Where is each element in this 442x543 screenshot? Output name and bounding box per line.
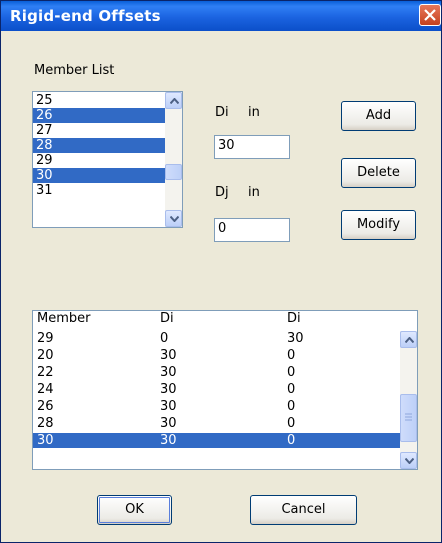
cell-member: 26 <box>37 399 54 414</box>
cell-dj: 0 <box>287 416 296 431</box>
cell-di: 30 <box>160 382 177 397</box>
table-scroll-down[interactable] <box>400 452 417 469</box>
cell-dj: 0 <box>287 365 296 380</box>
list-item[interactable]: 31 <box>33 183 166 198</box>
header-dj: Di <box>287 311 301 326</box>
table-scrollbar[interactable] <box>400 331 417 469</box>
cell-di: 30 <box>160 433 177 448</box>
table-row[interactable]: 24 30 0 <box>33 382 401 397</box>
list-item[interactable]: 26 <box>33 108 166 123</box>
dj-input[interactable]: 0 <box>214 218 290 242</box>
table-scroll-up[interactable] <box>400 331 417 348</box>
ok-button[interactable]: OK <box>97 495 172 525</box>
offsets-table[interactable]: Member Di Di 29 0 30 20 30 0 22 30 0 24 30 0 26 30 0 28… <box>32 310 418 470</box>
member-list-scroll-up[interactable] <box>165 92 182 109</box>
delete-button[interactable]: Delete <box>341 158 416 188</box>
di-label: Di <box>215 105 229 120</box>
add-button[interactable]: Add <box>341 101 416 131</box>
list-item[interactable]: 30 <box>33 168 166 183</box>
table-scroll-thumb[interactable] <box>400 394 417 442</box>
cell-dj: 0 <box>287 433 296 448</box>
header-di: Di <box>160 311 174 326</box>
arrow-down-icon <box>170 216 179 222</box>
member-list-items: 25 26 27 28 29 30 31 <box>33 92 166 198</box>
table-row[interactable]: 29 0 30 <box>33 331 401 346</box>
table-row[interactable]: 30 30 0 <box>33 433 401 448</box>
cancel-button[interactable]: Cancel <box>250 495 357 525</box>
member-list-scroll-thumb[interactable] <box>165 164 182 180</box>
table-row[interactable]: 28 30 0 <box>33 416 401 431</box>
cell-member: 22 <box>37 365 54 380</box>
list-item[interactable]: 29 <box>33 153 166 168</box>
arrow-up-icon <box>170 98 179 104</box>
close-button[interactable] <box>419 4 441 26</box>
list-item[interactable]: 25 <box>33 93 166 108</box>
close-icon <box>424 9 436 21</box>
cell-member: 30 <box>37 433 54 448</box>
list-item[interactable]: 27 <box>33 123 166 138</box>
table-row[interactable]: 22 30 0 <box>33 365 401 380</box>
list-item[interactable]: 28 <box>33 138 166 153</box>
member-list[interactable]: 25 26 27 28 29 30 31 <box>32 91 183 228</box>
cell-di: 0 <box>160 331 169 346</box>
member-list-scrollbar[interactable] <box>165 92 182 227</box>
cell-member: 24 <box>37 382 54 397</box>
cell-dj: 30 <box>287 331 304 346</box>
cell-member: 20 <box>37 348 54 363</box>
header-member: Member <box>37 311 91 326</box>
table-header: Member Di Di <box>33 311 417 326</box>
member-list-scroll-down[interactable] <box>165 210 182 227</box>
title-bar[interactable]: Rigid-end Offsets <box>1 1 441 31</box>
arrow-up-icon <box>405 337 414 343</box>
cell-dj: 0 <box>287 399 296 414</box>
table-row[interactable]: 26 30 0 <box>33 399 401 414</box>
di-unit: in <box>248 105 260 120</box>
cell-di: 30 <box>160 365 177 380</box>
window-title: Rigid-end Offsets <box>10 7 161 25</box>
cell-dj: 0 <box>287 348 296 363</box>
dj-unit: in <box>248 185 260 200</box>
di-input[interactable]: 30 <box>214 135 290 159</box>
arrow-down-icon <box>405 458 414 464</box>
member-list-label: Member List <box>34 63 115 78</box>
table-row[interactable]: 20 30 0 <box>33 348 401 363</box>
dialog-window: Rigid-end Offsets Member List 25 26 27 28 29… <box>0 0 442 543</box>
cell-di: 30 <box>160 399 177 414</box>
grip-icon <box>405 413 412 421</box>
cell-member: 29 <box>37 331 54 346</box>
cell-dj: 0 <box>287 382 296 397</box>
modify-button[interactable]: Modify <box>341 210 416 240</box>
cell-di: 30 <box>160 348 177 363</box>
cell-member: 28 <box>37 416 54 431</box>
dj-label: Dj <box>215 185 229 200</box>
cell-di: 30 <box>160 416 177 431</box>
